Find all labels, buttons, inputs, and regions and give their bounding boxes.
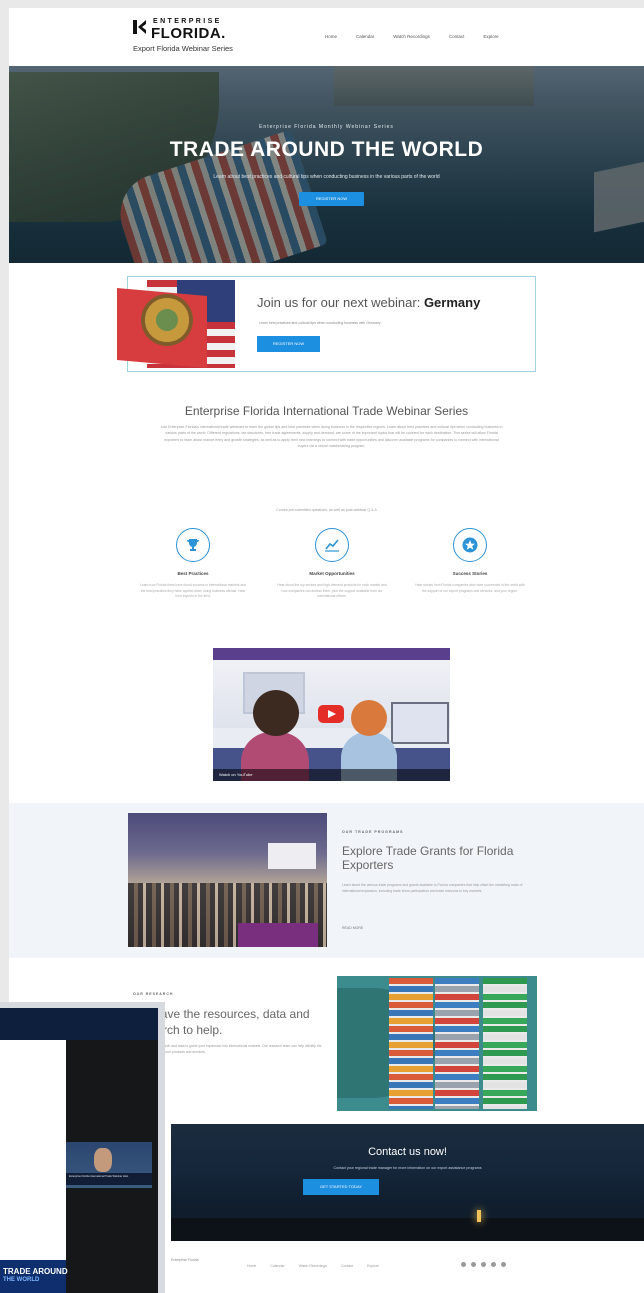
instagram-icon[interactable] [481, 1262, 486, 1267]
series-title: Enterprise Florida International Trade W… [184, 404, 469, 418]
hero-subtitle: Learn about best practices and cultural … [213, 174, 440, 180]
logo-main-text: FLORIDA. [151, 25, 226, 42]
series-note: Comes pre-submitted questions, as well a… [276, 508, 377, 512]
series-body: Join Enterprise Florida's international … [160, 425, 503, 448]
trade-show-image [128, 813, 327, 947]
nav-contact[interactable]: Contact [449, 34, 465, 39]
feature-title: Market Opportunities [309, 571, 355, 576]
contact-button[interactable]: GET STARTED TODAY [303, 1179, 379, 1195]
next-webinar-register-button[interactable]: REGISTER NOW [257, 336, 320, 352]
youtube-icon[interactable] [501, 1262, 506, 1267]
site-header: ENTERPRISE FLORIDA. Export Florida Webin… [9, 8, 644, 66]
nav-watch-recordings[interactable]: Watch Recordings [393, 34, 430, 39]
overlay-brand-text: TRADE AROUND THE WORLD [3, 1267, 68, 1284]
feature-market-opportunities: Market Opportunities Hear about the top … [277, 528, 387, 600]
video-character-right [351, 700, 387, 736]
footer-nav-home[interactable]: Home [247, 1264, 256, 1268]
video-character-left [253, 690, 299, 736]
social-links [461, 1262, 506, 1267]
feature-text: Hear about the top sectors and high-dema… [277, 583, 387, 599]
grants-title: Explore Trade Grants for Florida Exporte… [342, 844, 514, 872]
flags-image [117, 280, 235, 368]
feature-success-stories: Success Stories Hear stories from Florid… [415, 528, 525, 594]
hero-title: TRADE AROUND THE WORLD [169, 138, 484, 161]
container-ship-image [337, 976, 537, 1111]
facebook-icon[interactable] [461, 1262, 466, 1267]
hero-banner: Enterprise Florida Monthly Webinar Serie… [9, 66, 644, 263]
trophy-icon [176, 528, 210, 562]
footer-nav-calendar[interactable]: Calendar [270, 1264, 284, 1268]
next-webinar-title: Join us for our next webinar: Germany [257, 295, 481, 310]
resources-kicker: OUR RESEARCH [133, 992, 174, 996]
florida-seal-image [141, 294, 193, 346]
twitter-icon[interactable] [471, 1262, 476, 1267]
nav-home[interactable]: Home [325, 34, 337, 39]
grants-read-more-link[interactable]: READ MORE [342, 926, 363, 930]
footer-nav-contact[interactable]: Contact [341, 1264, 353, 1268]
footer-nav-explore[interactable]: Explore [367, 1264, 379, 1268]
footer-text: Enterprise Florida [171, 1258, 199, 1262]
star-icon [453, 528, 487, 562]
next-webinar-text: Learn best practices and cultural tips w… [259, 321, 381, 325]
webinar-screenshot-overlay: Enterprise Florida International Trade W… [0, 1002, 165, 1293]
overlay-top-bar [0, 1008, 158, 1040]
hero-register-button[interactable]: REGISTER NOW [299, 192, 364, 206]
footer-nav: Home Calendar Watch Recordings Contact E… [247, 1264, 379, 1268]
video-monitor [391, 702, 449, 744]
logo-top-text: ENTERPRISE [153, 18, 222, 25]
video-player[interactable]: Watch on YouTube [213, 648, 450, 781]
feature-title: Success Stories [452, 571, 488, 576]
main-nav: Home Calendar Watch Recordings Contact E… [325, 34, 499, 39]
feature-best-practices: Best Practices Learn how Florida firms h… [138, 528, 248, 600]
logo-mark-icon [133, 20, 146, 34]
feature-text: Learn how Florida firms have found succe… [140, 583, 246, 599]
contact-section: Contact us now! Contact your regional tr… [171, 1124, 644, 1241]
overlay-speaker-caption: Enterprise Florida International Trade W… [66, 1173, 152, 1185]
watch-on-youtube[interactable]: Watch on YouTube [219, 772, 253, 777]
next-webinar-country: Germany [423, 295, 481, 310]
contact-subtitle: Contact your regional trade manager for … [333, 1166, 482, 1170]
logo-subtitle: Export Florida Webinar Series [133, 44, 233, 53]
overlay-speaker-image [94, 1148, 112, 1172]
feature-text: Hear stories from Florida companies who … [415, 583, 525, 593]
contact-title: Contact us now! [368, 1146, 447, 1158]
line-chart-icon [315, 528, 349, 562]
hero-kicker: Enterprise Florida Monthly Webinar Serie… [259, 124, 394, 130]
nav-calendar[interactable]: Calendar [356, 34, 374, 39]
overlay-white-panel [0, 1040, 66, 1260]
grants-kicker: OUR TRADE PROGRAMS [342, 830, 404, 834]
linkedin-icon[interactable] [491, 1262, 496, 1267]
feature-title: Best Practices [177, 571, 209, 576]
grants-body: Learn about the various trade programs a… [342, 883, 523, 893]
play-icon[interactable] [318, 705, 344, 723]
footer-nav-watch-recordings[interactable]: Watch Recordings [299, 1264, 327, 1268]
nav-explore[interactable]: Explore [483, 34, 498, 39]
